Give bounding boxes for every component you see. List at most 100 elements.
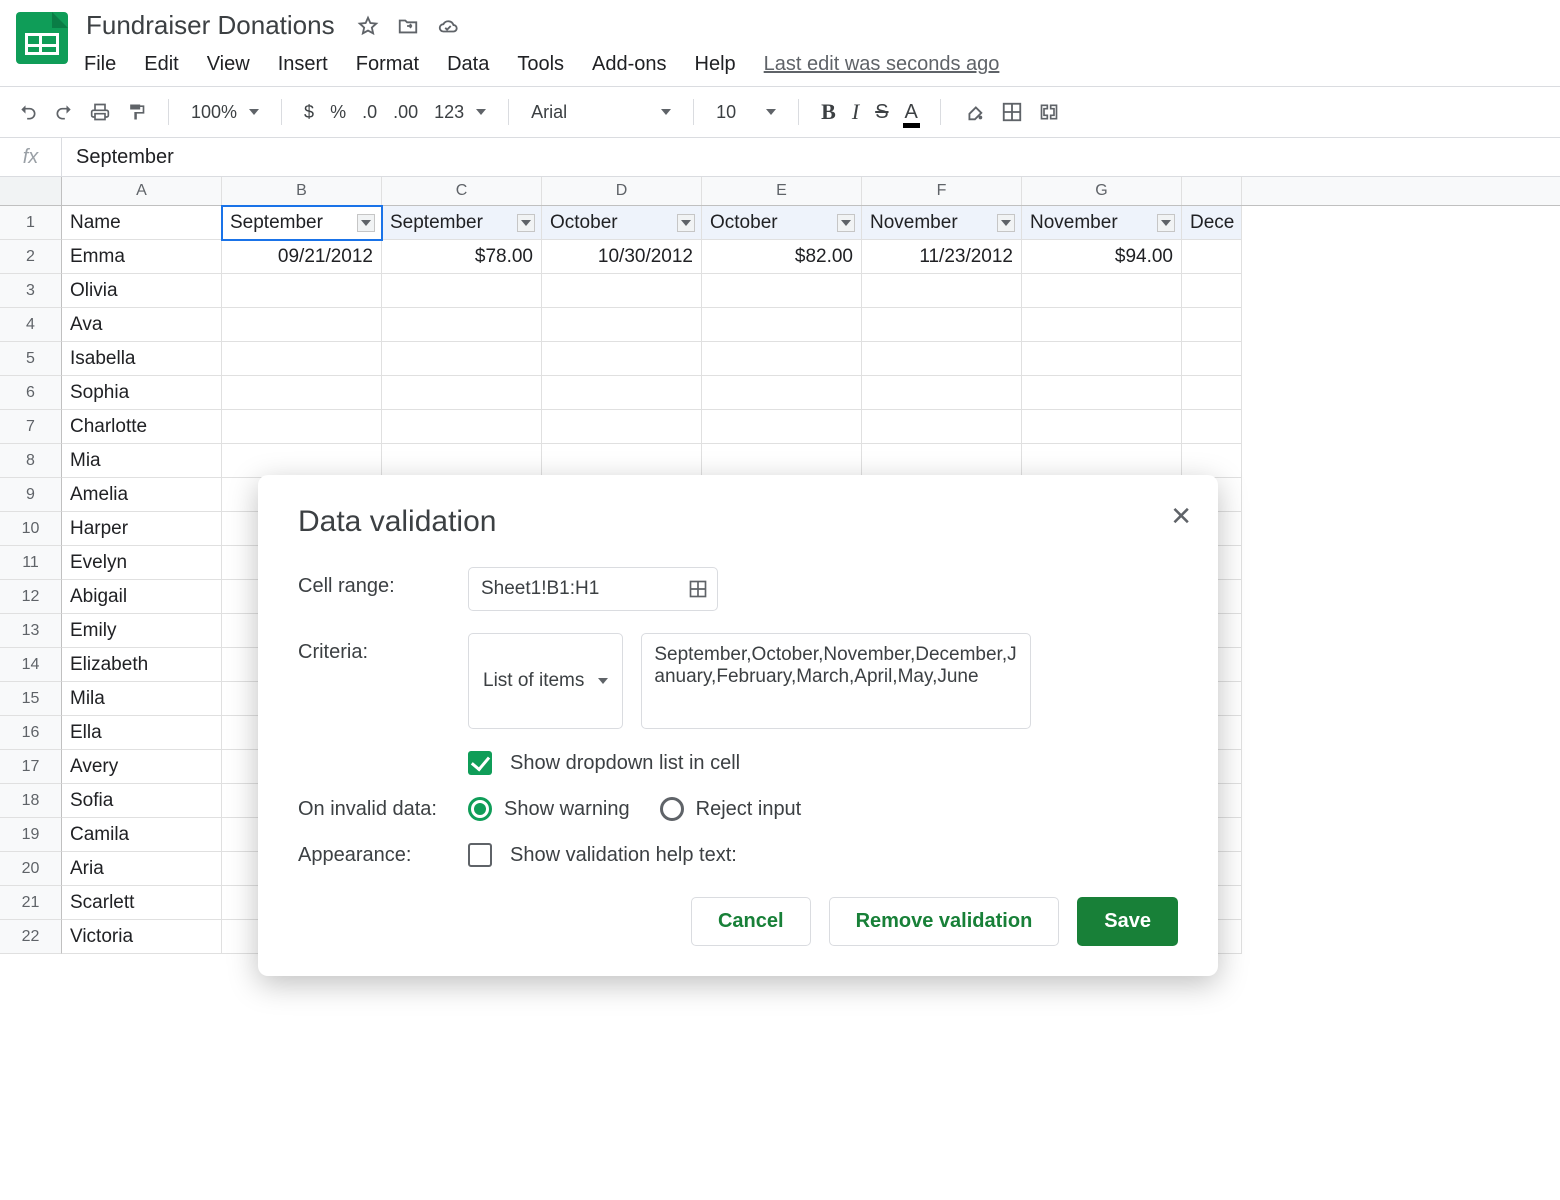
- col-header-F[interactable]: F: [862, 177, 1022, 205]
- cell-A17[interactable]: Avery: [62, 750, 222, 784]
- menu-file[interactable]: File: [84, 53, 116, 76]
- menu-format[interactable]: Format: [356, 53, 419, 76]
- cloud-status-icon[interactable]: [437, 15, 459, 37]
- cell-F1[interactable]: November: [862, 206, 1022, 240]
- cell-H1[interactable]: Dece: [1182, 206, 1242, 240]
- row-header-13[interactable]: 13: [0, 614, 62, 648]
- row-header-20[interactable]: 20: [0, 852, 62, 886]
- cell-A16[interactable]: Ella: [62, 716, 222, 750]
- cell-H2[interactable]: [1182, 240, 1242, 274]
- cell-H7[interactable]: [1182, 410, 1242, 444]
- cell-F4[interactable]: [862, 308, 1022, 342]
- row-header-1[interactable]: 1: [0, 206, 62, 240]
- cell-E5[interactable]: [702, 342, 862, 376]
- sheets-app-icon[interactable]: [16, 12, 68, 64]
- cell-D5[interactable]: [542, 342, 702, 376]
- close-button[interactable]: ✕: [1170, 501, 1192, 532]
- cell-D1[interactable]: October: [542, 206, 702, 240]
- cell-B6[interactable]: [222, 376, 382, 410]
- cell-C1[interactable]: September: [382, 206, 542, 240]
- row-header-8[interactable]: 8: [0, 444, 62, 478]
- cell-G4[interactable]: [1022, 308, 1182, 342]
- dropdown-icon[interactable]: [837, 214, 855, 232]
- row-header-2[interactable]: 2: [0, 240, 62, 274]
- cell-F3[interactable]: [862, 274, 1022, 308]
- currency-format-button[interactable]: $: [304, 102, 314, 123]
- cell-E1[interactable]: October: [702, 206, 862, 240]
- redo-button[interactable]: [54, 102, 74, 122]
- cell-A13[interactable]: Emily: [62, 614, 222, 648]
- dropdown-icon[interactable]: [997, 214, 1015, 232]
- cell-A6[interactable]: Sophia: [62, 376, 222, 410]
- menu-help[interactable]: Help: [695, 53, 736, 76]
- paint-format-button[interactable]: [126, 102, 146, 122]
- cell-A1[interactable]: Name: [62, 206, 222, 240]
- row-header-4[interactable]: 4: [0, 308, 62, 342]
- select-range-icon[interactable]: [688, 579, 708, 599]
- strike-button[interactable]: S: [875, 101, 888, 124]
- cell-D4[interactable]: [542, 308, 702, 342]
- print-button[interactable]: [90, 102, 110, 122]
- cancel-button[interactable]: Cancel: [691, 897, 811, 946]
- row-header-16[interactable]: 16: [0, 716, 62, 750]
- move-folder-icon[interactable]: [397, 15, 419, 37]
- cell-A22[interactable]: Victoria: [62, 920, 222, 954]
- cell-E4[interactable]: [702, 308, 862, 342]
- cell-A21[interactable]: Scarlett: [62, 886, 222, 920]
- cell-E6[interactable]: [702, 376, 862, 410]
- criteria-type-select[interactable]: List of items: [468, 633, 623, 729]
- cell-A15[interactable]: Mila: [62, 682, 222, 716]
- cell-A10[interactable]: Harper: [62, 512, 222, 546]
- cell-B4[interactable]: [222, 308, 382, 342]
- cell-C8[interactable]: [382, 444, 542, 478]
- cell-E2[interactable]: $82.00: [702, 240, 862, 274]
- row-header-3[interactable]: 3: [0, 274, 62, 308]
- cell-D8[interactable]: [542, 444, 702, 478]
- borders-button[interactable]: [1001, 101, 1023, 123]
- cell-A12[interactable]: Abigail: [62, 580, 222, 614]
- cell-E7[interactable]: [702, 410, 862, 444]
- menu-insert[interactable]: Insert: [278, 53, 328, 76]
- help-text-checkbox[interactable]: [468, 843, 492, 867]
- cell-A9[interactable]: Amelia: [62, 478, 222, 512]
- select-all-corner[interactable]: [0, 177, 62, 205]
- save-button[interactable]: Save: [1077, 897, 1178, 946]
- row-header-18[interactable]: 18: [0, 784, 62, 818]
- cell-D3[interactable]: [542, 274, 702, 308]
- show-dropdown-checkbox[interactable]: [468, 751, 492, 775]
- cell-F6[interactable]: [862, 376, 1022, 410]
- cell-B7[interactable]: [222, 410, 382, 444]
- cell-B3[interactable]: [222, 274, 382, 308]
- cell-A5[interactable]: Isabella: [62, 342, 222, 376]
- col-header-H[interactable]: [1182, 177, 1242, 205]
- dropdown-icon[interactable]: [517, 214, 535, 232]
- show-warning-radio[interactable]: [468, 797, 492, 821]
- cell-A7[interactable]: Charlotte: [62, 410, 222, 444]
- decrease-decimal-button[interactable]: .0: [362, 102, 377, 123]
- cell-C6[interactable]: [382, 376, 542, 410]
- cell-B2[interactable]: 09/21/2012: [222, 240, 382, 274]
- cell-G5[interactable]: [1022, 342, 1182, 376]
- menu-data[interactable]: Data: [447, 53, 489, 76]
- cell-C3[interactable]: [382, 274, 542, 308]
- dropdown-icon[interactable]: [357, 214, 375, 232]
- criteria-values-input[interactable]: [641, 633, 1031, 729]
- italic-button[interactable]: I: [852, 99, 859, 125]
- cell-G2[interactable]: $94.00: [1022, 240, 1182, 274]
- col-header-D[interactable]: D: [542, 177, 702, 205]
- cell-A11[interactable]: Evelyn: [62, 546, 222, 580]
- row-header-21[interactable]: 21: [0, 886, 62, 920]
- cell-C4[interactable]: [382, 308, 542, 342]
- cell-A14[interactable]: Elizabeth: [62, 648, 222, 682]
- dropdown-icon[interactable]: [677, 214, 695, 232]
- cell-H8[interactable]: [1182, 444, 1242, 478]
- reject-input-radio[interactable]: [660, 797, 684, 821]
- menu-tools[interactable]: Tools: [517, 53, 564, 76]
- col-header-C[interactable]: C: [382, 177, 542, 205]
- row-header-14[interactable]: 14: [0, 648, 62, 682]
- font-size-select[interactable]: 10: [716, 102, 776, 123]
- menu-addons[interactable]: Add-ons: [592, 53, 667, 76]
- cell-B1[interactable]: September: [222, 206, 382, 240]
- row-header-7[interactable]: 7: [0, 410, 62, 444]
- cell-G1[interactable]: November: [1022, 206, 1182, 240]
